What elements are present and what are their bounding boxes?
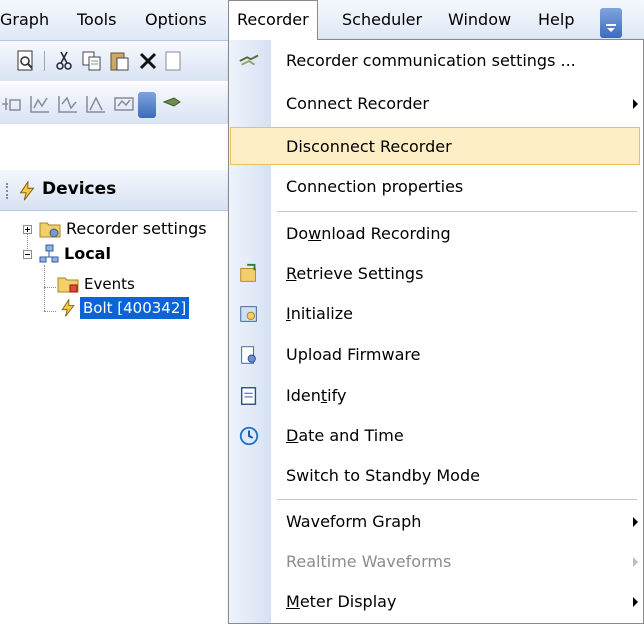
submenu-arrow-icon <box>633 557 638 567</box>
menu-item-label: Waveform Graph <box>286 512 422 531</box>
menu-item-upload-firmware[interactable]: Upload Firmware <box>230 336 640 374</box>
bolt-icon <box>61 298 75 317</box>
menu-item-label: Initialize <box>286 304 353 323</box>
menu-item-label: Date and Time <box>286 426 404 445</box>
menu-item-realtime-waveforms: Realtime Waveforms <box>230 543 640 581</box>
menu-bar: Graph Tools Options Recorder Scheduler W… <box>0 0 644 41</box>
menu-item-standby-mode[interactable]: Switch to Standby Mode <box>230 457 640 495</box>
folder-icon <box>57 277 79 293</box>
menu-item-label: Recorder communication settings ... <box>286 51 576 70</box>
tree-item-events[interactable]: Events <box>0 273 240 295</box>
menu-separator <box>277 211 637 212</box>
menu-recorder[interactable]: Recorder <box>228 0 318 40</box>
toolbar-overflow-button[interactable] <box>600 8 622 38</box>
menu-item-retrieve-settings[interactable]: Retrieve Settings <box>230 255 640 293</box>
menu-item-label: Upload Firmware <box>286 345 421 364</box>
tree-item-label: Local <box>64 244 111 263</box>
tree-item-recorder-settings[interactable]: Recorder settings <box>0 218 240 240</box>
clock-icon <box>239 426 259 446</box>
menu-separator <box>277 499 637 500</box>
tree-item-local[interactable]: Local <box>0 243 240 265</box>
graph-toolbar-overflow-button[interactable] <box>138 92 156 118</box>
menu-item-disconnect-recorder[interactable]: Disconnect Recorder <box>230 127 640 165</box>
menu-item-waveform-graph[interactable]: Waveform Graph <box>230 503 640 541</box>
menu-scheduler[interactable]: Scheduler <box>334 0 430 40</box>
menu-item-label: Identify <box>286 386 347 405</box>
recorder-menu: Recorder communication settings ... Conn… <box>228 39 644 624</box>
folder-settings-icon <box>39 222 61 238</box>
menu-item-connect-recorder[interactable]: Connect Recorder <box>230 85 640 123</box>
menu-item-label: Disconnect Recorder <box>286 137 452 156</box>
tree-item-bolt[interactable]: Bolt [400342] <box>0 297 240 319</box>
network-icon <box>39 244 59 263</box>
devices-tree: Recorder settings Local Events Bolt [400… <box>0 211 240 624</box>
menu-item-date-and-time[interactable]: Date and Time <box>230 417 640 455</box>
menu-window[interactable]: Window <box>440 0 519 40</box>
menu-options[interactable]: Options <box>137 0 215 40</box>
tree-item-label: Recorder settings <box>66 219 207 238</box>
graph-tool-2-icon[interactable] <box>28 92 52 116</box>
print-preview-icon[interactable] <box>14 49 38 73</box>
menu-item-identify[interactable]: Identify <box>230 377 640 415</box>
menu-item-label: Download Recording <box>286 224 451 243</box>
menu-graph[interactable]: Graph <box>0 0 57 40</box>
menu-item-initialize[interactable]: Initialize <box>230 295 640 333</box>
graph-tool-4-icon[interactable] <box>84 92 108 116</box>
menu-item-label: Retrieve Settings <box>286 264 424 283</box>
submenu-arrow-icon <box>633 597 638 607</box>
menu-item-download-recording[interactable]: Download Recording <box>230 215 640 253</box>
plug-icon <box>239 54 259 66</box>
cut-icon[interactable] <box>52 49 76 73</box>
tree-item-label: Bolt [400342] <box>80 297 190 319</box>
plug-icon[interactable] <box>160 92 184 116</box>
graph-tool-1-icon[interactable] <box>0 92 24 116</box>
graph-tool-5-icon[interactable] <box>112 92 136 116</box>
tree-item-label: Events <box>84 275 135 293</box>
copy-icon[interactable] <box>80 49 104 73</box>
main-toolbar <box>0 41 240 81</box>
menu-item-meter-display[interactable]: Meter Display <box>230 583 640 621</box>
pane-grip[interactable] <box>6 183 11 199</box>
collapse-icon[interactable] <box>23 250 32 259</box>
graph-toolbar <box>0 84 240 124</box>
graph-tool-3-icon[interactable] <box>56 92 80 116</box>
menu-tools[interactable]: Tools <box>69 0 124 40</box>
expand-icon[interactable] <box>23 225 32 234</box>
menu-item-label: Connect Recorder <box>286 94 429 113</box>
submenu-arrow-icon <box>633 517 638 527</box>
bolt-icon <box>19 180 35 201</box>
menu-item-connection-properties[interactable]: Connection properties <box>230 168 640 206</box>
firmware-icon <box>241 346 256 364</box>
identify-icon <box>240 387 257 405</box>
delete-icon[interactable] <box>136 49 160 73</box>
devices-pane-title: Devices <box>42 179 117 199</box>
menu-item-communication-settings[interactable]: Recorder communication settings ... <box>230 42 640 80</box>
menu-item-label: Switch to Standby Mode <box>286 466 480 485</box>
submenu-arrow-icon <box>633 99 638 109</box>
menu-help[interactable]: Help <box>530 0 582 40</box>
menu-item-label: Connection properties <box>286 177 464 196</box>
devices-pane-header: Devices <box>0 170 240 211</box>
initialize-icon <box>240 306 257 322</box>
properties-icon[interactable] <box>162 49 186 73</box>
menu-item-label: Realtime Waveforms <box>286 552 452 571</box>
paste-icon[interactable] <box>108 49 132 73</box>
menu-item-label: Meter Display <box>286 592 397 611</box>
retrieve-icon <box>240 263 256 282</box>
